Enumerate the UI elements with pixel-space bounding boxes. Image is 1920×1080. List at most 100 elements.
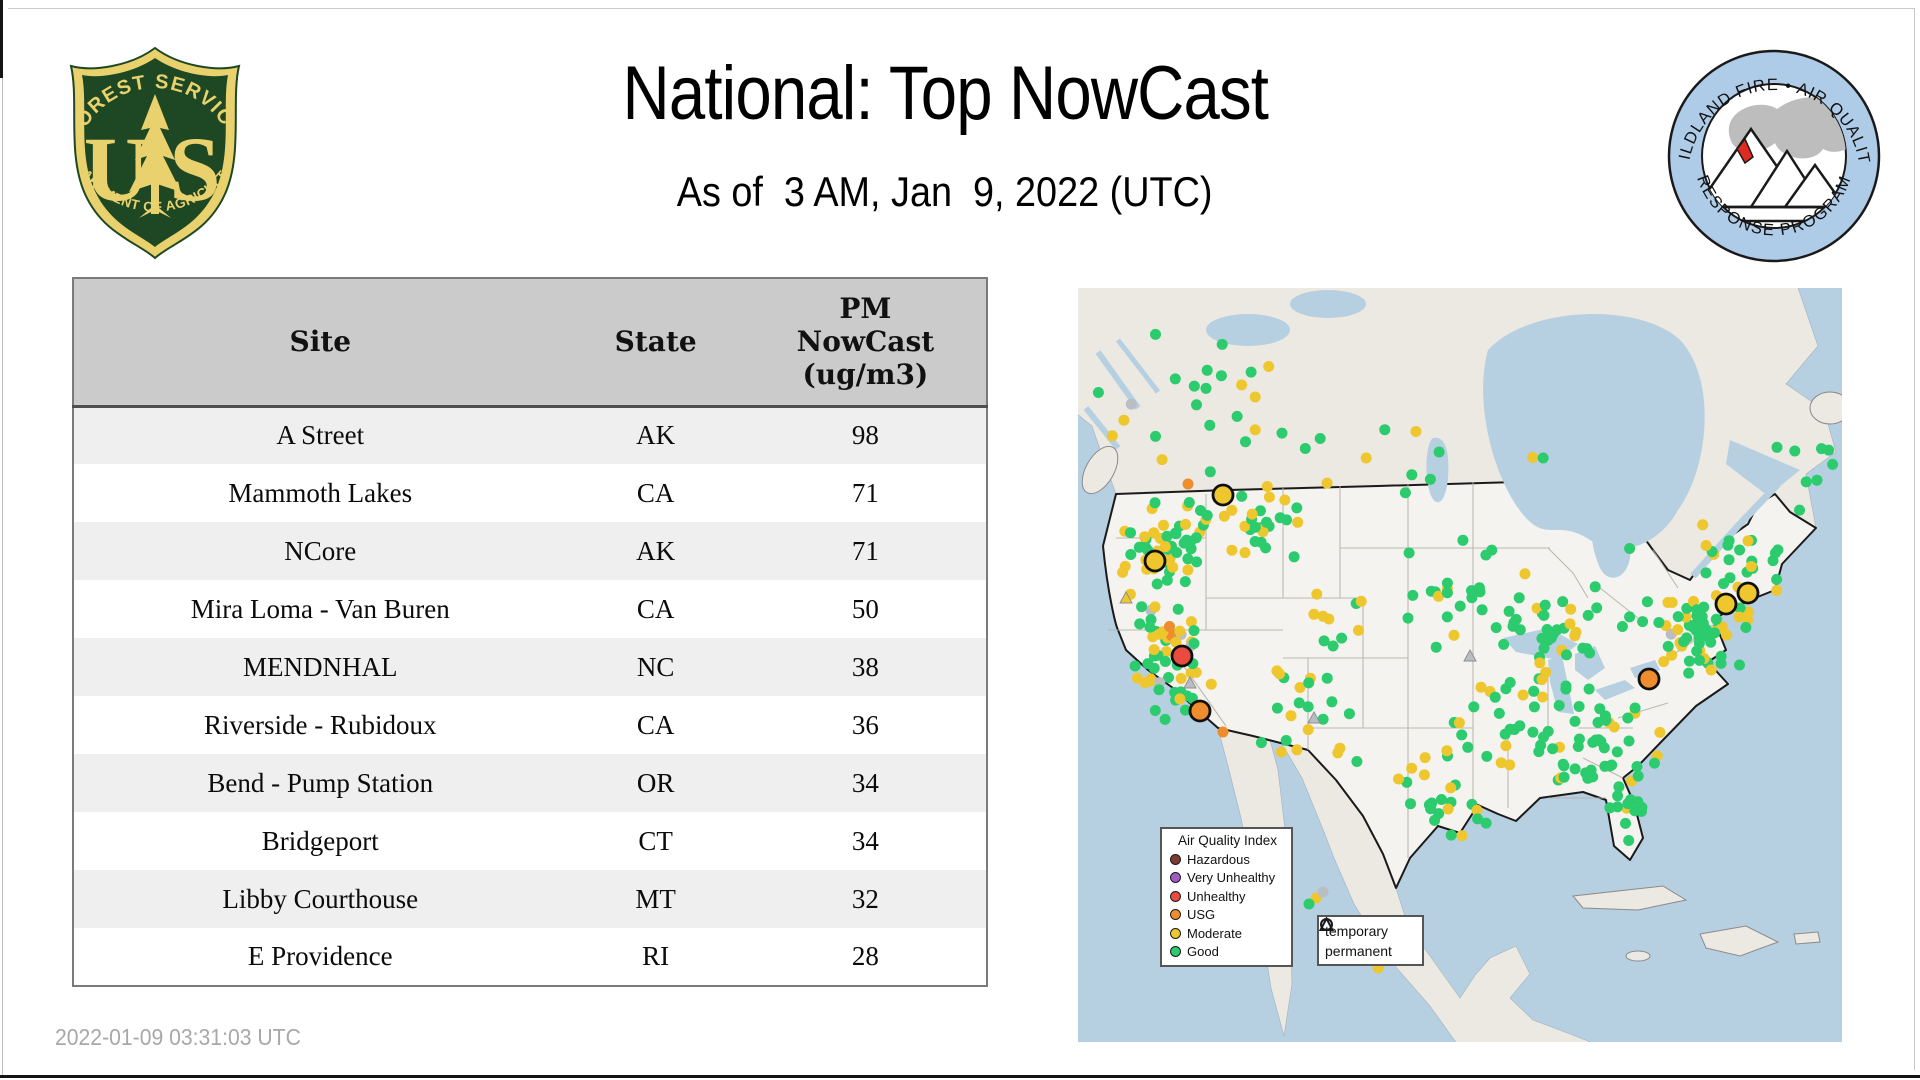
cell-site: MENDNHAL — [73, 638, 567, 696]
aqi-site-dot — [1317, 610, 1329, 622]
aqi-site-dot — [1593, 734, 1605, 746]
aqi-site-dot — [1553, 700, 1565, 711]
aqi-site-dot — [1561, 649, 1572, 661]
cell-pm: 38 — [744, 638, 987, 696]
aqi-site-dot — [1569, 715, 1581, 727]
aqi-site-dot — [1249, 521, 1261, 533]
aqi-site-dot — [1489, 691, 1501, 703]
aqi-site-dot — [1454, 600, 1466, 612]
aqi-site-dot — [1236, 379, 1248, 391]
aqi-site-dot — [1472, 813, 1484, 825]
aqi-site-dot — [1683, 667, 1695, 679]
aqi-site-dot — [1263, 491, 1275, 503]
aqi-site-dot — [1581, 643, 1593, 655]
aqi-site-dot — [1149, 497, 1161, 509]
aqi-site-dot — [1303, 677, 1315, 689]
report-page: FOREST SERVICE U S DEPARTMENT OF AGRICUL… — [0, 0, 1920, 1080]
aqi-site-dot — [1557, 758, 1569, 770]
aqi-site-dot — [1654, 726, 1666, 738]
aqi-site-dot — [1816, 443, 1827, 455]
aqi-site-dot — [1236, 490, 1248, 502]
aqi-site-dot — [1153, 684, 1165, 696]
aqi-site-dot — [1700, 540, 1712, 551]
aqi-site-dot — [1406, 469, 1418, 481]
window-frame-top — [8, 8, 1914, 9]
column-header-state: State — [566, 278, 745, 408]
aqi-site-dot — [1740, 622, 1752, 633]
triangle-marker-icon — [1319, 917, 1334, 931]
aqi-site-dot — [1179, 576, 1191, 588]
marker-type-legend: temporary permanent — [1317, 915, 1424, 966]
aqi-site-dot — [1528, 685, 1540, 697]
aqi-site-dot — [1183, 497, 1195, 508]
aqi-site-dot — [1800, 476, 1812, 488]
aqi-site-dot — [1200, 382, 1212, 394]
aqi-site-dot — [1317, 886, 1329, 898]
aqi-site-dot — [1403, 547, 1415, 559]
highlighted-site-bend-pump-station — [1143, 549, 1167, 573]
aqi-site-dot — [1261, 516, 1272, 528]
aqi-site-dot — [1188, 638, 1200, 649]
aqi-site-dot — [1631, 761, 1643, 772]
aqi-site-dot — [1336, 632, 1348, 644]
aqi-site-dot — [1613, 781, 1625, 793]
aqi-site-dot — [1191, 556, 1203, 568]
aqi-site-dot — [1175, 673, 1187, 684]
cell-pm: 34 — [744, 754, 987, 812]
aqi-site-dot — [1514, 720, 1526, 732]
aqi-site-dot — [1125, 549, 1137, 560]
aqi-site-dot — [1589, 581, 1601, 593]
aqi-site-dot — [1169, 373, 1181, 385]
aqi-site-dot — [1769, 547, 1781, 559]
cell-site: A Street — [73, 406, 567, 464]
aqi-site-dot — [1558, 771, 1570, 783]
aqi-site-dot — [1119, 560, 1131, 572]
aqi-site-dot — [1624, 543, 1636, 554]
aqi-site-dot — [1536, 674, 1548, 685]
marker-legend-label: permanent — [1325, 943, 1392, 959]
highlighted-site-libby-courthouse — [1211, 483, 1235, 507]
aqi-site-dot — [1149, 601, 1161, 613]
aqi-site-dot — [1249, 391, 1261, 403]
aqi-site-dot — [1216, 338, 1228, 350]
cell-state: OR — [566, 754, 745, 812]
aqi-site-dot — [1527, 452, 1539, 463]
aqi-site-dot — [1700, 567, 1712, 579]
aqi-legend-item: Very Unhealthy — [1170, 869, 1285, 888]
aqi-site-dot — [1462, 741, 1474, 753]
aqi-site-dot — [1279, 494, 1291, 506]
aqi-site-dot — [1622, 712, 1634, 724]
aqi-site-dot — [1261, 481, 1273, 492]
aqi-site-dot — [1547, 743, 1559, 755]
aqi-site-dot — [1453, 717, 1465, 729]
cell-site: E Providence — [73, 928, 567, 986]
aqi-site-dot — [1672, 611, 1684, 623]
aqi-site-dot — [1771, 441, 1783, 453]
aqi-legend-item: Hazardous — [1170, 850, 1285, 869]
aqi-site-dot — [1528, 701, 1540, 713]
aqi-site-dot — [1710, 613, 1722, 625]
island-jamaica — [1625, 950, 1651, 962]
aqi-site-dot — [1353, 624, 1364, 636]
aqi-site-dot — [1410, 426, 1422, 437]
table-row: E Providence RI 28 — [73, 928, 987, 986]
cell-pm: 71 — [744, 464, 987, 522]
aqi-site-dot — [1291, 502, 1303, 514]
aqi-site-dot — [1148, 527, 1160, 539]
window-frame-left-lower — [2, 78, 3, 1076]
aqi-site-dot — [1263, 361, 1275, 372]
aqi-site-dot — [1653, 617, 1665, 628]
aqi-site-dot — [1134, 618, 1146, 630]
aqi-site-dot — [1303, 898, 1315, 910]
aqi-site-dot — [1144, 621, 1156, 633]
aqi-site-dot — [1500, 740, 1512, 752]
aqi-site-dot — [1811, 474, 1823, 486]
aqi-site-dot — [1583, 683, 1595, 695]
usfs-logo: FOREST SERVICE U S DEPARTMENT OF AGRICUL… — [48, 25, 255, 262]
aqi-site-dot — [1407, 589, 1419, 601]
aqi-site-dot — [1239, 547, 1251, 559]
highlighted-site-mendnhal — [1637, 667, 1661, 691]
aqi-legend-title: Air Quality Index — [1177, 833, 1278, 848]
aqi-site-dot — [1493, 707, 1505, 719]
table-row: Mammoth Lakes CA 71 — [73, 464, 987, 522]
